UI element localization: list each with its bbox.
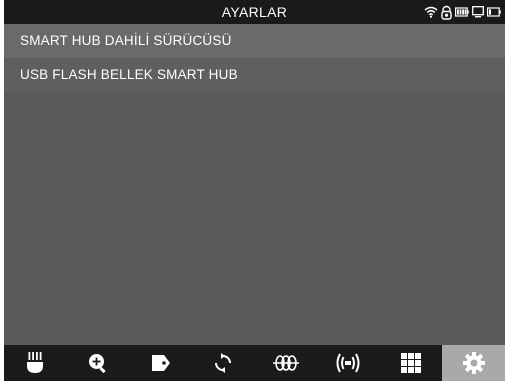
- status-icons: [424, 3, 501, 21]
- signal-icon: [335, 353, 361, 373]
- status-bar: AYARLAR: [4, 0, 505, 24]
- monitor-icon: [472, 6, 484, 18]
- zoom-in-icon: [88, 353, 108, 373]
- list-item-smart-hub-internal-drive[interactable]: SMART HUB DAHİLİ SÜRÜCÜSÜ: [4, 24, 505, 58]
- list-item-label: USB FLASH BELLEK SMART HUB: [20, 67, 238, 82]
- list-item-usb-flash-drive[interactable]: USB FLASH BELLEK SMART HUB: [4, 58, 505, 92]
- grid-button[interactable]: [380, 345, 443, 381]
- settings-button[interactable]: [442, 345, 505, 381]
- probe-button[interactable]: [4, 345, 67, 381]
- tag-icon: [151, 354, 171, 372]
- battery-low-icon: [487, 7, 501, 17]
- rotate-icon: [213, 353, 233, 373]
- filter-waveform-icon: [272, 354, 299, 372]
- rotate-button[interactable]: [192, 345, 255, 381]
- tag-button[interactable]: [129, 345, 192, 381]
- settings-gear-icon: [462, 352, 485, 374]
- probe-icon: [26, 352, 44, 374]
- signal-button[interactable]: [317, 345, 380, 381]
- settings-list: SMART HUB DAHİLİ SÜRÜCÜSÜ USB FLASH BELL…: [4, 24, 505, 92]
- headset-icon: [441, 5, 452, 20]
- zoom-in-button[interactable]: [67, 345, 130, 381]
- screen-frame: AYARLAR SMART HUB DAHİLİ SÜRÜCÜSÜ USB FL…: [4, 0, 505, 381]
- list-item-label: SMART HUB DAHİLİ SÜRÜCÜSÜ: [20, 33, 232, 48]
- wifi-icon: [424, 6, 438, 18]
- battery-full-icon: [455, 7, 469, 17]
- grid-icon: [401, 353, 422, 373]
- filter-button[interactable]: [255, 345, 318, 381]
- bottom-toolbar: [4, 345, 505, 381]
